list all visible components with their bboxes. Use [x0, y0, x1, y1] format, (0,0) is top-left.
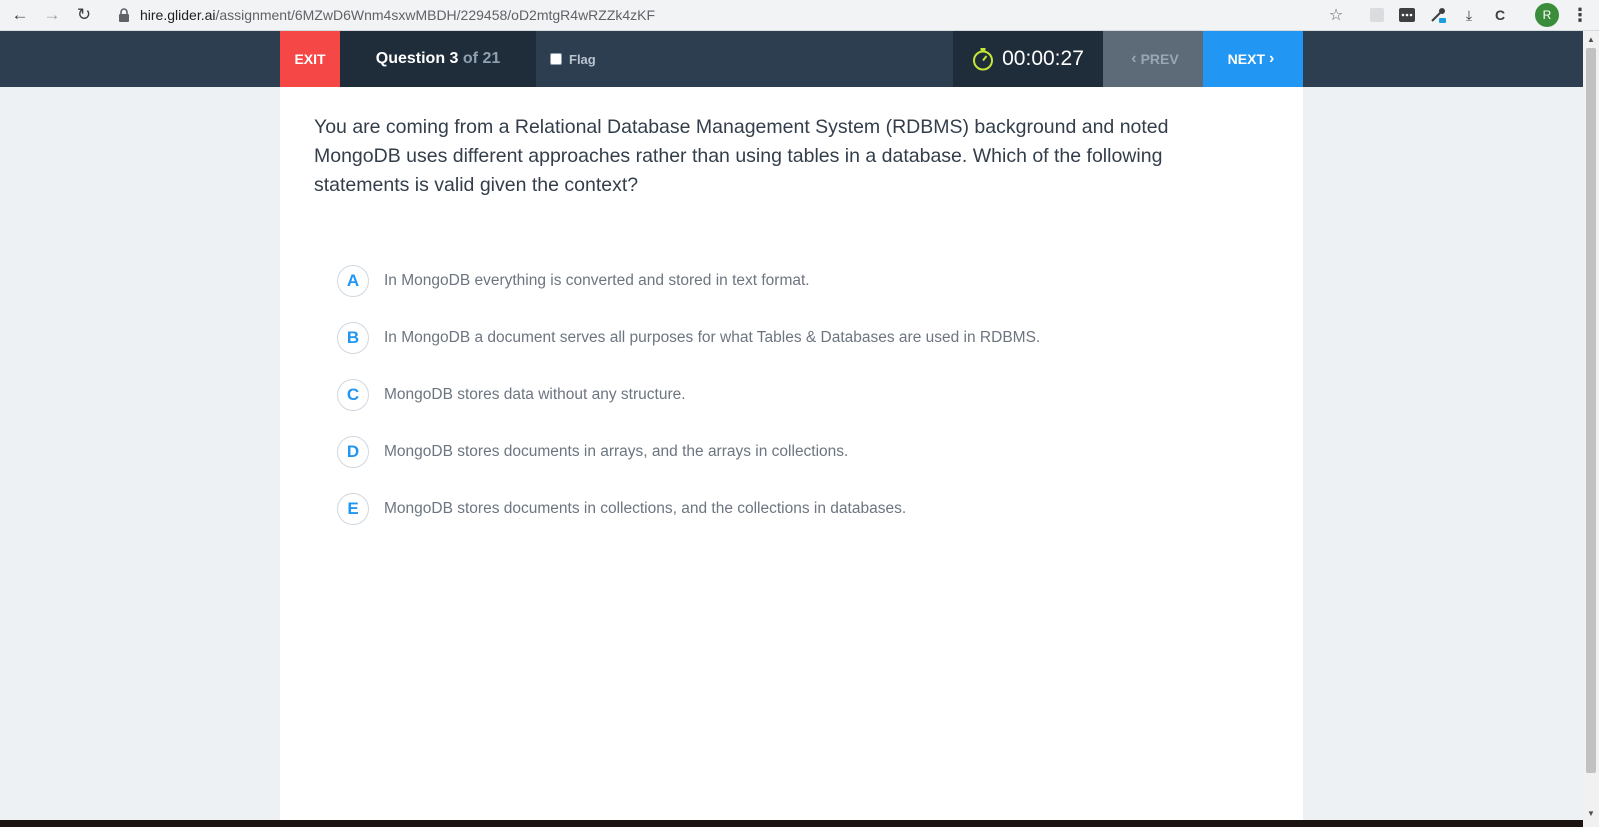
next-button[interactable]: NEXT ›	[1203, 31, 1303, 87]
flag-box-icon[interactable]	[550, 53, 562, 65]
lock-icon	[119, 8, 129, 22]
next-label: NEXT	[1227, 51, 1265, 67]
prev-button[interactable]: ‹ PREV	[1103, 31, 1203, 87]
question-total: of 21	[462, 50, 501, 67]
timer-value: 00:00:27	[1002, 47, 1084, 70]
question-word: Question	[375, 50, 446, 67]
question-counter: Question 3 of 21	[340, 31, 536, 87]
option-e[interactable]: E MongoDB stores documents in collection…	[337, 480, 1237, 537]
forward-arrow-icon[interactable]: →	[40, 3, 64, 27]
option-letter[interactable]: C	[337, 378, 369, 411]
download-icon[interactable]: ⤓	[1459, 5, 1479, 25]
url-host: hire.glider.ai	[140, 7, 216, 23]
option-text[interactable]: MongoDB stores documents in arrays, and …	[384, 443, 848, 461]
question-panel: You are coming from a Relational Databas…	[280, 87, 1303, 827]
timer: 00:00:27	[953, 31, 1103, 87]
scroll-up-icon[interactable]: ▲	[1583, 31, 1599, 47]
back-arrow-icon[interactable]: ←	[8, 3, 32, 27]
extension-c-icon[interactable]: C	[1490, 5, 1510, 25]
chevron-right-icon: ›	[1269, 50, 1275, 67]
eyedropper-icon[interactable]	[1428, 5, 1448, 25]
option-a[interactable]: A In MongoDB everything is converted and…	[337, 252, 1237, 309]
option-text[interactable]: MongoDB stores data without any structur…	[384, 386, 686, 404]
bookmark-star-icon[interactable]: ☆	[1321, 2, 1351, 28]
extension-icon[interactable]	[1367, 5, 1387, 25]
scroll-thumb[interactable]	[1586, 48, 1596, 773]
reload-icon[interactable]: ↻	[72, 3, 96, 27]
browser-menu-icon[interactable]: ⋮	[1570, 3, 1590, 27]
option-letter[interactable]: D	[337, 435, 369, 468]
question-text: You are coming from a Relational Databas…	[314, 116, 1169, 196]
answer-options: A In MongoDB everything is converted and…	[337, 252, 1237, 537]
taskbar-edge	[0, 820, 1583, 827]
option-d[interactable]: D MongoDB stores documents in arrays, an…	[337, 423, 1237, 480]
option-text[interactable]: In MongoDB a document serves all purpose…	[384, 329, 1040, 347]
option-letter[interactable]: E	[337, 492, 369, 525]
extension-dots-icon[interactable]	[1397, 5, 1417, 25]
chevron-left-icon: ‹	[1131, 50, 1137, 67]
option-c[interactable]: C MongoDB stores data without any struct…	[337, 366, 1237, 423]
page-scrollbar[interactable]: ▲ ▼	[1583, 31, 1599, 827]
stopwatch-icon	[973, 48, 994, 71]
option-letter[interactable]: B	[337, 321, 369, 354]
flag-label: Flag	[569, 51, 596, 67]
profile-avatar[interactable]: R	[1535, 3, 1559, 27]
option-letter[interactable]: A	[337, 264, 369, 297]
option-text[interactable]: In MongoDB everything is converted and s…	[384, 272, 810, 290]
browser-toolbar: ← → ↻ hire.glider.ai/assignment/6MZwD6Wn…	[0, 0, 1599, 31]
scroll-down-icon[interactable]: ▼	[1583, 805, 1599, 821]
option-text[interactable]: MongoDB stores documents in collections,…	[384, 500, 906, 518]
prev-label: PREV	[1140, 51, 1179, 67]
option-b[interactable]: B In MongoDB a document serves all purpo…	[337, 309, 1237, 366]
exit-button[interactable]: EXIT	[280, 31, 340, 87]
flag-checkbox[interactable]: Flag	[550, 31, 596, 87]
url-path: /assignment/6MZwD6Wnm4sxwMBDH/229458/oD2…	[215, 7, 656, 23]
assessment-header: EXIT Question 3 of 21 Flag 00:00:27 ‹ PR…	[0, 31, 1583, 87]
question-current: 3	[449, 50, 459, 67]
address-bar[interactable]: hire.glider.ai/assignment/6MZwD6Wnm4sxwM…	[108, 2, 1351, 28]
